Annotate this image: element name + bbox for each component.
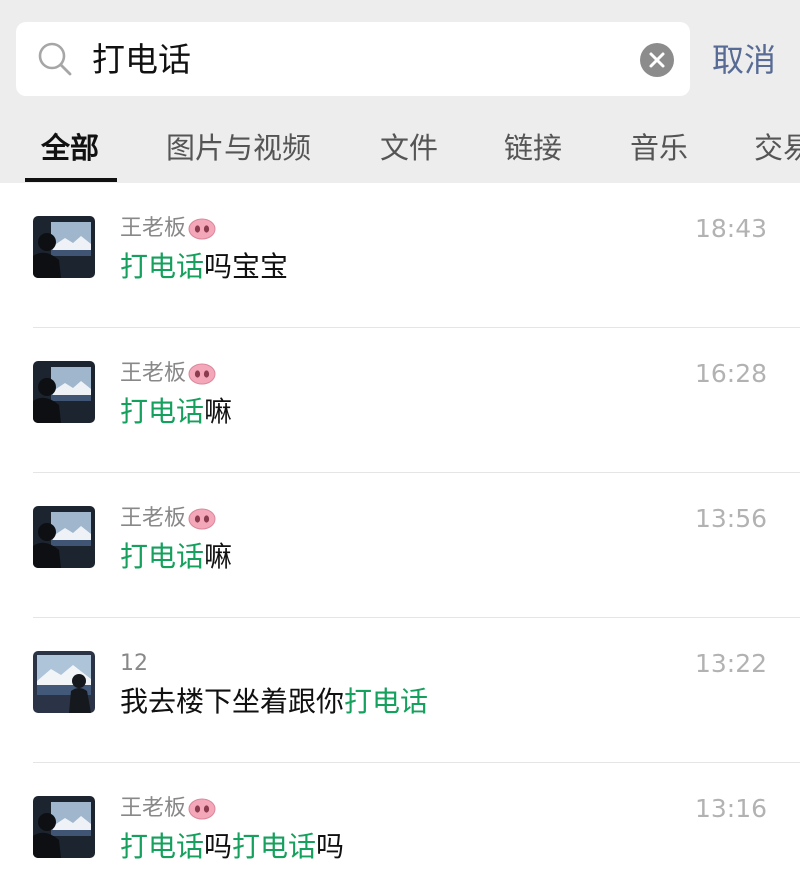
search-header: 打电话 取消 全部 图片与视频 文件 链接 音乐 交易 xyxy=(0,0,800,183)
sender-name-group: 王老板 xyxy=(120,213,216,245)
active-tab-indicator xyxy=(25,178,117,182)
message-text: 嘛 xyxy=(204,395,233,428)
highlighted-keyword: 打电话 xyxy=(232,830,317,863)
tab-links[interactable]: 链接 xyxy=(504,128,562,168)
result-row[interactable]: 王老板 18:43 打电话吗宝宝 xyxy=(0,183,800,328)
message-time: 13:56 xyxy=(694,504,767,533)
message-time: 18:43 xyxy=(694,214,767,243)
highlighted-keyword: 打电话 xyxy=(120,250,205,283)
avatar[interactable] xyxy=(33,216,95,278)
sender-name-group: 王老板 xyxy=(120,358,216,390)
result-row[interactable]: 王老板 13:56 打电话嘛 xyxy=(0,473,800,618)
message-text: 吗 xyxy=(316,830,345,863)
message-preview: 打电话吗宝宝 xyxy=(120,247,288,287)
highlighted-keyword: 打电话 xyxy=(120,830,205,863)
pig-nose-icon xyxy=(188,218,216,240)
message-text: 我去楼下坐着跟你 xyxy=(120,685,345,718)
tab-all[interactable]: 全部 xyxy=(41,128,99,168)
result-row[interactable]: 12 13:22 我去楼下坐着跟你打电话 xyxy=(0,618,800,763)
result-row[interactable]: 王老板 13:16 打电话吗打电话吗 xyxy=(0,763,800,887)
search-query[interactable]: 打电话 xyxy=(92,36,191,84)
sender-name-group: 王老板 xyxy=(120,793,216,825)
highlighted-keyword: 打电话 xyxy=(344,685,429,718)
message-time: 13:16 xyxy=(694,794,767,823)
sender-name: 王老板 xyxy=(120,361,187,386)
avatar[interactable] xyxy=(33,506,95,568)
sender-name: 王老板 xyxy=(120,506,187,531)
message-text: 嘛 xyxy=(204,540,233,573)
message-time: 13:22 xyxy=(694,649,767,678)
cancel-button[interactable]: 取消 xyxy=(712,36,776,84)
sender-name: 王老板 xyxy=(120,796,187,821)
message-preview: 打电话嘛 xyxy=(120,537,232,577)
avatar[interactable] xyxy=(33,651,95,713)
search-icon xyxy=(38,42,72,76)
pig-nose-icon xyxy=(188,363,216,385)
close-icon xyxy=(649,52,665,68)
message-time: 16:28 xyxy=(694,359,767,388)
message-preview: 我去楼下坐着跟你打电话 xyxy=(120,682,428,722)
result-row[interactable]: 王老板 16:28 打电话嘛 xyxy=(0,328,800,473)
message-text: 吗 xyxy=(204,830,233,863)
tab-photos-videos[interactable]: 图片与视频 xyxy=(166,128,311,168)
clear-search-button[interactable] xyxy=(640,43,674,77)
avatar[interactable] xyxy=(33,796,95,858)
message-text: 吗宝宝 xyxy=(204,250,289,283)
pig-nose-icon xyxy=(188,798,216,820)
tab-music[interactable]: 音乐 xyxy=(630,128,688,168)
tab-transactions[interactable]: 交易 xyxy=(754,128,800,168)
sender-name: 12 xyxy=(120,651,148,676)
message-preview: 打电话吗打电话吗 xyxy=(120,827,344,867)
pig-nose-icon xyxy=(188,508,216,530)
sender-name-group: 12 xyxy=(120,648,148,680)
avatar[interactable] xyxy=(33,361,95,423)
highlighted-keyword: 打电话 xyxy=(120,395,205,428)
message-preview: 打电话嘛 xyxy=(120,392,232,432)
sender-name-group: 王老板 xyxy=(120,503,216,535)
highlighted-keyword: 打电话 xyxy=(120,540,205,573)
sender-name: 王老板 xyxy=(120,216,187,241)
tab-files[interactable]: 文件 xyxy=(380,128,438,168)
